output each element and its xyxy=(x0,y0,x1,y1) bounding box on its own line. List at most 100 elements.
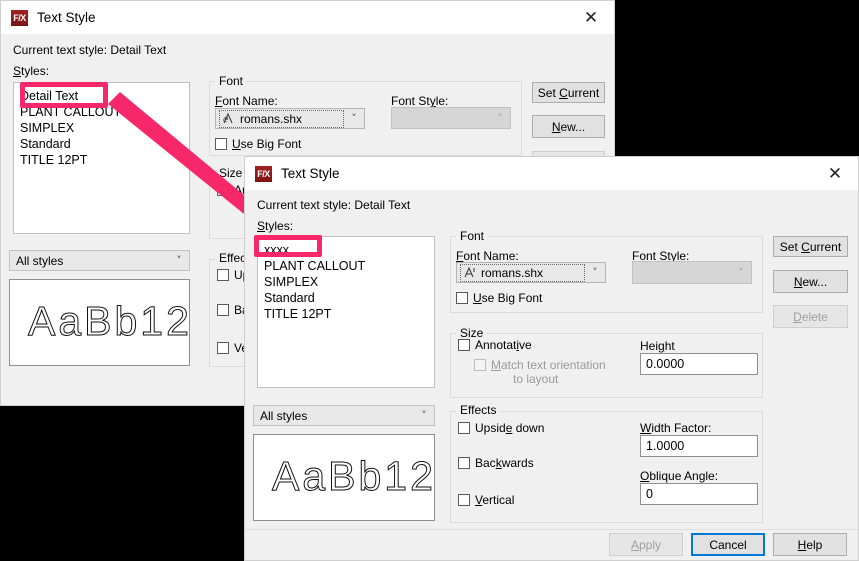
background-style-filter-value: All styles xyxy=(16,253,64,268)
chevron-down-icon: ˅ xyxy=(738,266,744,279)
front-styles-label: Styles: xyxy=(257,219,294,233)
cancel-label: Cancel xyxy=(709,537,747,552)
front-backwards-label: Backwards xyxy=(475,456,534,470)
list-item[interactable]: Standard xyxy=(14,136,189,152)
delete-label: Delete xyxy=(793,309,828,324)
background-current-style-text: Current text style: Detail Text xyxy=(13,43,167,57)
checkbox-box xyxy=(458,422,470,434)
checkbox-box xyxy=(458,339,470,351)
highlight-box-detail-text xyxy=(20,82,108,108)
front-vertical-label: Vertical xyxy=(475,493,515,507)
front-style-filter-dropdown[interactable]: All styles ˅ xyxy=(253,405,435,426)
fx-logo-icon: F/X xyxy=(11,9,28,26)
background-use-big-font-label: Use Big Font xyxy=(232,137,302,151)
background-preview-text: AaBb12 xyxy=(28,298,190,345)
set-current-label: Set Current xyxy=(779,239,842,254)
list-item[interactable]: SIMPLEX xyxy=(14,120,189,136)
front-dialog-titlebar: F/X Text Style ✕ xyxy=(245,157,858,190)
front-height-value: 0.0000 xyxy=(646,357,685,371)
front-match-orientation-checkbox: Match text orientation to layout xyxy=(474,358,606,386)
chevron-down-icon: ˅ xyxy=(497,111,503,125)
front-oblique-angle-input[interactable]: 0 xyxy=(640,483,758,505)
background-font-style-label: Font Style: xyxy=(391,94,449,108)
background-font-name-combo[interactable]: ⅇ romans.shx ˅ xyxy=(215,108,365,129)
front-set-current-button[interactable]: Set Current xyxy=(773,236,848,257)
front-match-orientation-label-line2: to layout xyxy=(513,372,559,386)
front-vertical-checkbox[interactable]: Vertical xyxy=(458,493,514,507)
front-oblique-angle-label: Oblique Angle: xyxy=(640,469,719,483)
background-font-group-title: Font xyxy=(215,74,248,88)
checkbox-box xyxy=(458,457,470,469)
background-style-filter-dropdown[interactable]: All styles ˅ xyxy=(9,250,190,271)
list-item[interactable]: PLANT CALLOUT xyxy=(258,258,434,274)
chevron-down-icon[interactable]: ˅ xyxy=(585,266,605,279)
chevron-down-icon[interactable]: ˅ xyxy=(344,112,364,125)
fx-logo-icon: F/X xyxy=(255,165,272,182)
background-dialog-titlebar: F/X Text Style ✕ xyxy=(1,1,614,34)
background-styles-label: Styles: xyxy=(13,64,50,78)
new-label: New... xyxy=(551,119,586,134)
background-font-style-combo: ˅ xyxy=(391,107,511,129)
checkbox-box xyxy=(458,494,470,506)
front-dialog-title: Text Style xyxy=(281,166,340,181)
front-width-factor-label: Width Factor: xyxy=(640,421,712,435)
front-oblique-angle-value: 0 xyxy=(646,487,653,501)
shx-font-icon xyxy=(463,266,478,279)
front-backwards-checkbox[interactable]: Backwards xyxy=(458,456,534,470)
checkbox-box xyxy=(217,304,229,316)
front-font-name-value: romans.shx xyxy=(481,265,544,280)
front-font-name-label: Font Name: xyxy=(456,249,519,263)
front-annotative-checkbox[interactable]: Annotative xyxy=(458,338,532,352)
highlight-box-xxxx xyxy=(254,235,322,257)
close-icon[interactable]: ✕ xyxy=(568,1,614,34)
front-preview-text: AaBb12 xyxy=(272,453,435,500)
background-font-name-value: romans.shx xyxy=(240,111,303,126)
background-size-group-title: Size xyxy=(215,166,247,180)
front-text-style-dialog: F/X Text Style ✕ Current text style: Det… xyxy=(244,156,859,561)
close-icon[interactable]: ✕ xyxy=(812,157,858,190)
footer-divider xyxy=(245,529,858,530)
apply-label: Apply xyxy=(630,537,662,552)
front-effects-group-title: Effects xyxy=(456,403,501,417)
front-style-filter-value: All styles xyxy=(260,408,308,423)
front-styles-listbox[interactable]: xxxx PLANT CALLOUT SIMPLEX Standard TITL… xyxy=(257,236,435,388)
front-height-input[interactable]: 0.0000 xyxy=(640,353,758,375)
front-upside-down-checkbox[interactable]: Upside down xyxy=(458,421,544,435)
front-cancel-button[interactable]: Cancel xyxy=(691,533,765,556)
background-font-name-label: Font Name: xyxy=(215,94,278,108)
background-preview-box: AaBb12 xyxy=(9,279,190,366)
checkbox-box xyxy=(215,138,227,150)
list-item[interactable]: TITLE 12PT xyxy=(14,152,189,168)
front-upside-down-label: Upside down xyxy=(475,421,545,435)
front-use-big-font-label: Use Big Font xyxy=(473,291,543,305)
set-current-label: Set Current xyxy=(537,85,600,100)
help-label: Help xyxy=(797,537,823,552)
front-height-label: Height xyxy=(640,339,675,353)
list-item[interactable]: SIMPLEX xyxy=(258,274,434,290)
chevron-down-icon: ˅ xyxy=(421,409,427,422)
background-new-button[interactable]: New... xyxy=(532,115,605,138)
background-use-big-font-checkbox[interactable]: Use Big Font xyxy=(215,137,301,151)
front-preview-box: AaBb12 xyxy=(253,434,435,521)
front-font-style-combo: ˅ xyxy=(632,261,752,284)
chevron-down-icon: ˅ xyxy=(176,254,182,267)
list-item[interactable]: Standard xyxy=(258,290,434,306)
shx-font-icon: ⅇ xyxy=(222,112,237,125)
new-label: New... xyxy=(793,274,828,289)
checkbox-box xyxy=(217,269,229,281)
front-apply-button: Apply xyxy=(609,533,683,556)
checkbox-box xyxy=(217,342,229,354)
front-new-button[interactable]: New... xyxy=(773,270,848,293)
front-annotative-label: Annotative xyxy=(475,338,532,352)
front-current-style-text: Current text style: Detail Text xyxy=(257,198,411,212)
list-item[interactable]: TITLE 12PT xyxy=(258,306,434,322)
front-delete-button: Delete xyxy=(773,305,848,328)
front-width-factor-value: 1.0000 xyxy=(646,439,685,453)
background-set-current-button[interactable]: Set Current xyxy=(532,82,605,103)
front-width-factor-input[interactable]: 1.0000 xyxy=(640,435,758,457)
front-help-button[interactable]: Help xyxy=(773,533,847,556)
checkbox-box xyxy=(217,184,229,196)
front-use-big-font-checkbox[interactable]: Use Big Font xyxy=(456,291,542,305)
front-font-name-combo[interactable]: romans.shx ˅ xyxy=(456,262,606,283)
checkbox-box xyxy=(474,359,486,371)
